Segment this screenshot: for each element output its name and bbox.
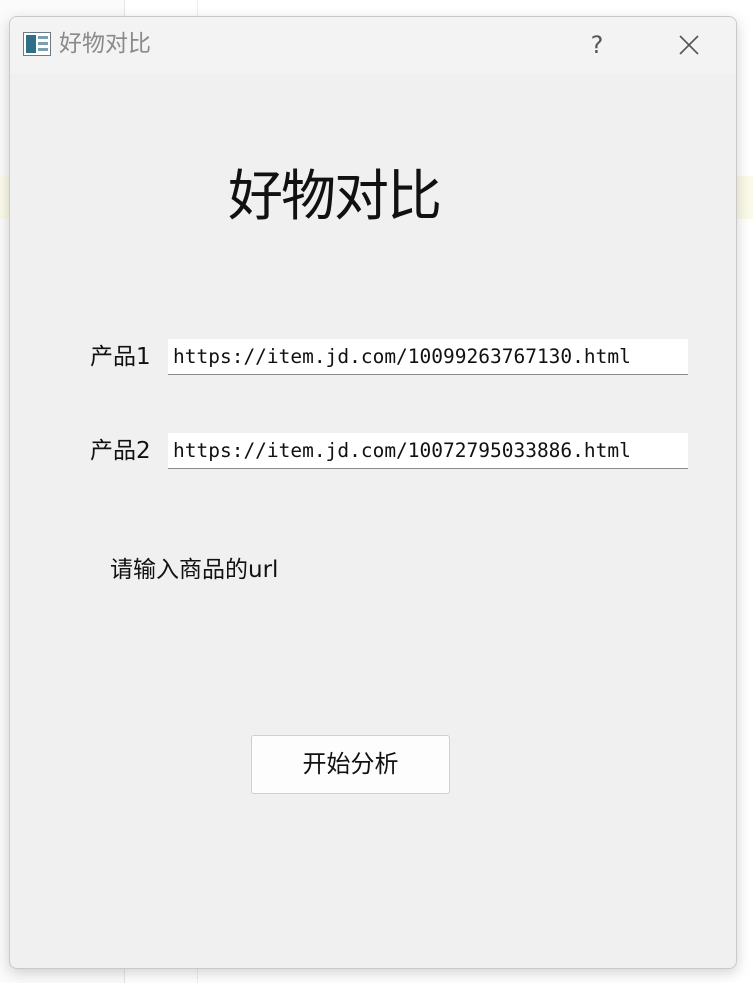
app-window-icon	[23, 32, 51, 56]
close-icon	[679, 35, 699, 55]
page-title: 好物对比	[228, 164, 442, 228]
title-bar: 好物对比 ?	[10, 17, 736, 74]
close-button[interactable]	[670, 25, 708, 65]
help-button[interactable]: ?	[580, 25, 614, 65]
product2-url-input[interactable]: https://item.jd.com/10072795033886.html	[168, 433, 688, 469]
product1-label: 产品1	[90, 344, 151, 370]
product1-url-input[interactable]: https://item.jd.com/10099263767130.html	[168, 339, 688, 375]
window-title: 好物对比	[59, 31, 151, 57]
start-analysis-button[interactable]: 开始分析	[251, 735, 450, 794]
compare-dialog: 好物对比 ? 好物对比 产品1 https://item.jd.com/1009…	[9, 16, 737, 969]
product2-label: 产品2	[90, 438, 151, 464]
hint-text: 请输入商品的url	[110, 557, 279, 583]
